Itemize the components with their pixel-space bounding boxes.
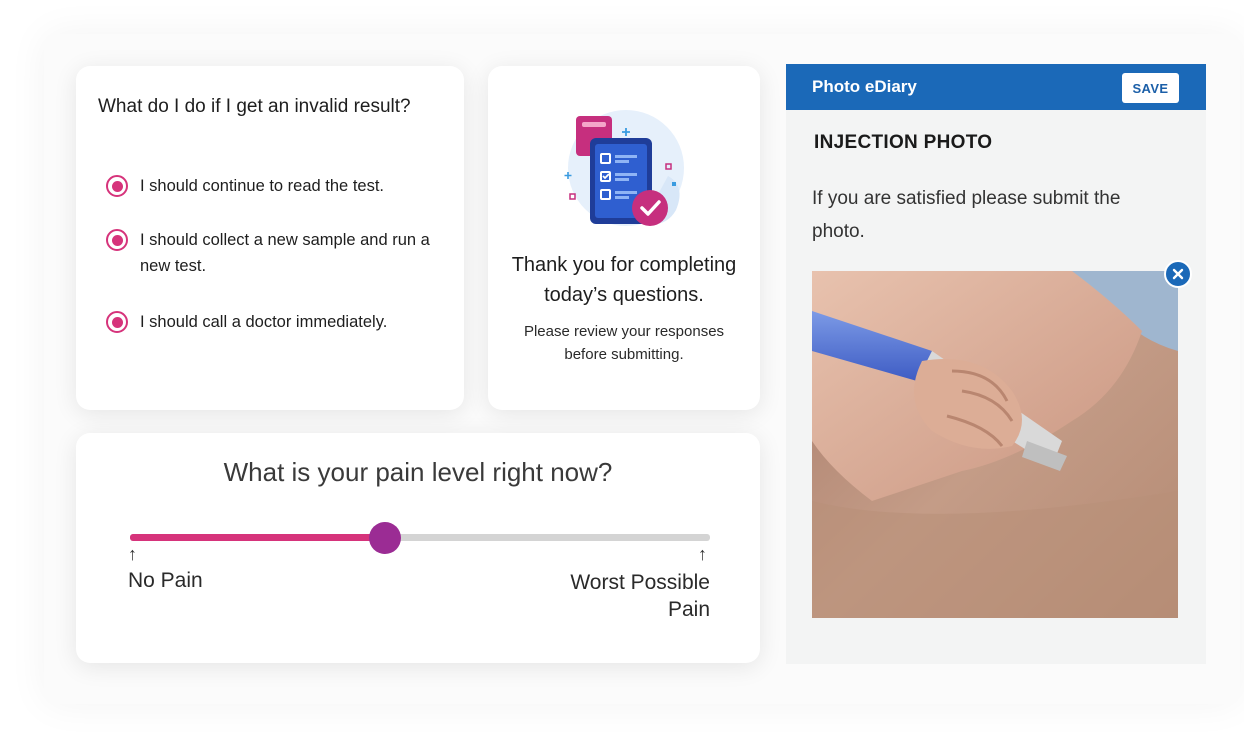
injection-photo bbox=[812, 271, 1178, 618]
radio-selected-dot bbox=[111, 234, 123, 246]
checklist-phone-icon bbox=[564, 110, 684, 226]
up-arrow-icon: ↑ bbox=[128, 544, 137, 564]
photo-ediary-panel: Photo eDiary SAVE INJECTION PHOTO If you… bbox=[786, 64, 1206, 664]
instructions-text: If you are satisfied please submit the p… bbox=[812, 188, 1121, 242]
completion-title: Thank you for completing today’s questio… bbox=[511, 254, 737, 306]
radio-button[interactable] bbox=[106, 311, 128, 333]
up-arrow-icon: ↑ bbox=[698, 544, 707, 564]
pain-scale-card: What is your pain level right now? ↑ ↑ N… bbox=[76, 433, 760, 663]
quiz-option-2[interactable]: I should collect a new sample and run a … bbox=[106, 229, 440, 279]
section-title: INJECTION PHOTO bbox=[814, 132, 993, 153]
completion-card: Thank you for completing today’s questio… bbox=[488, 66, 760, 410]
stage: What do I do if I get an invalid result?… bbox=[0, 0, 1244, 752]
quiz-option-label: I should call a doctor immediately. bbox=[140, 313, 388, 331]
save-button[interactable]: SAVE bbox=[1122, 73, 1179, 103]
pain-slider-fill bbox=[130, 534, 386, 541]
remove-photo-button[interactable] bbox=[1164, 260, 1192, 288]
radio-selected-dot bbox=[111, 316, 123, 328]
completion-subtitle: Please review your responses before subm… bbox=[523, 323, 725, 363]
quiz-option-label: I should collect a new sample and run a … bbox=[140, 231, 430, 275]
panel-header: Photo eDiary SAVE bbox=[786, 64, 1206, 110]
close-icon bbox=[1172, 268, 1184, 280]
pain-max-label: Worst Possible Pain bbox=[570, 571, 710, 621]
pain-slider-track[interactable] bbox=[130, 522, 710, 554]
panel-title: Photo eDiary bbox=[812, 77, 917, 96]
quiz-question: What do I do if I get an invalid result? bbox=[98, 96, 411, 117]
quiz-card: What do I do if I get an invalid result?… bbox=[76, 66, 464, 410]
radio-button[interactable] bbox=[106, 175, 128, 197]
radio-selected-dot bbox=[111, 180, 123, 192]
quiz-option-3[interactable]: I should call a doctor immediately. bbox=[106, 311, 440, 335]
quiz-option-label: I should continue to read the test. bbox=[140, 177, 384, 195]
quiz-option-1[interactable]: I should continue to read the test. bbox=[106, 175, 440, 199]
pain-question: What is your pain level right now? bbox=[223, 457, 613, 487]
pain-min-label: No Pain bbox=[128, 569, 203, 592]
radio-button[interactable] bbox=[106, 229, 128, 251]
pain-slider-thumb[interactable] bbox=[369, 522, 402, 554]
